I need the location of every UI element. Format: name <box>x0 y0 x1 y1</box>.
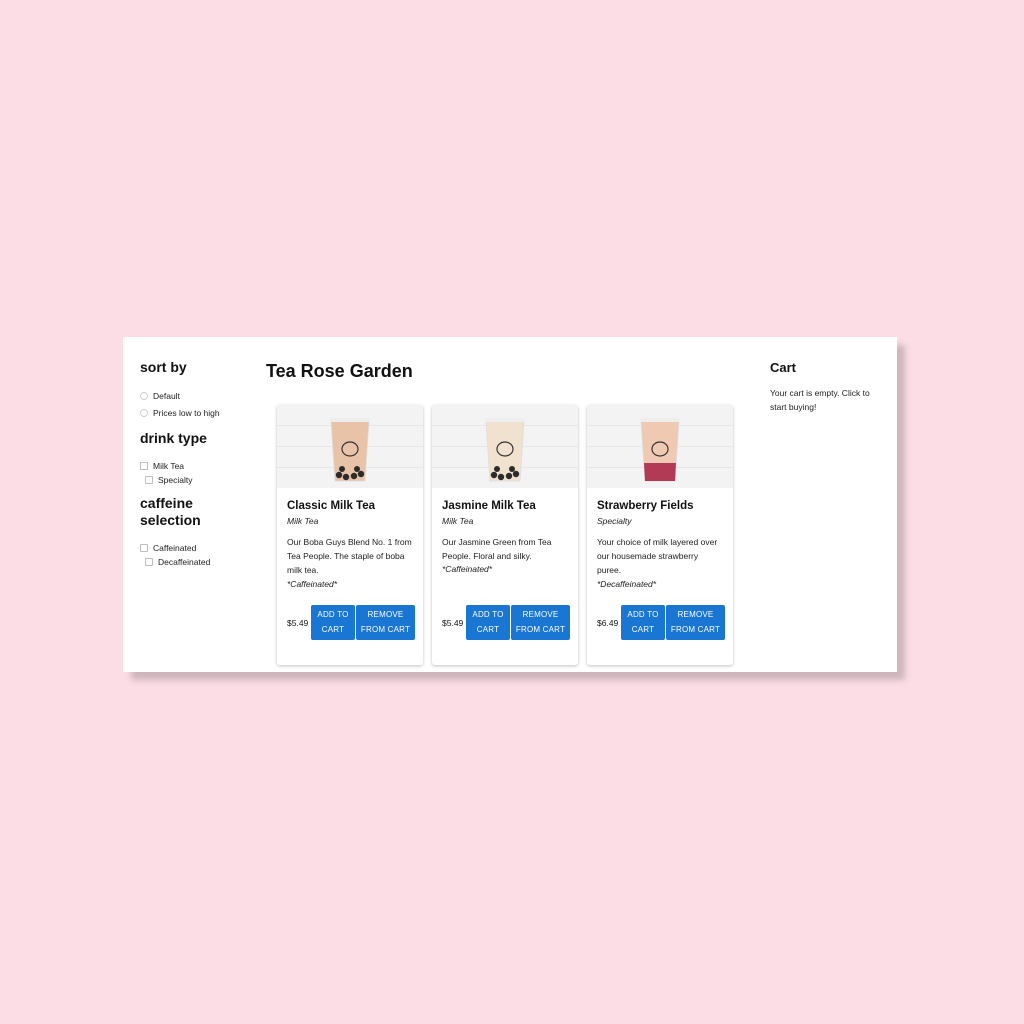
filter-label: Specialty <box>158 474 193 485</box>
sort-option-label: Default <box>153 390 180 401</box>
product-description-text: Our Jasmine Green from Tea People. Flora… <box>442 537 552 562</box>
drink-type-heading: drink type <box>140 430 207 446</box>
product-card: Classic Milk Tea Milk Tea Our Boba Guys … <box>277 405 423 665</box>
product-description: Your choice of milk layered over our hou… <box>597 535 723 590</box>
sort-option-label: Prices low to high <box>153 407 220 418</box>
filter-milk-tea[interactable]: Milk Tea <box>140 459 193 472</box>
add-to-cart-button[interactable]: ADD TO CART <box>466 605 510 640</box>
product-price: $6.49 <box>597 617 619 628</box>
filter-label: Milk Tea <box>153 460 185 471</box>
product-type: Specialty <box>597 516 632 526</box>
sort-heading: sort by <box>140 359 187 375</box>
cart-title: Cart <box>770 360 797 375</box>
add-to-cart-button[interactable]: ADD TO CART <box>621 605 665 640</box>
filter-label: Decaffeinated <box>158 556 211 567</box>
add-to-cart-button[interactable]: ADD TO CART <box>311 605 355 640</box>
product-description-text: Our Boba Guys Blend No. 1 from Tea Peopl… <box>287 537 412 576</box>
product-name: Strawberry Fields <box>597 500 694 512</box>
bubble-tea-cup-icon <box>330 418 370 482</box>
product-image <box>432 405 578 488</box>
product-grid: Classic Milk Tea Milk Tea Our Boba Guys … <box>277 405 733 665</box>
remove-from-cart-button[interactable]: REMOVE FROM CART <box>666 605 725 640</box>
sort-option-default[interactable]: Default <box>140 389 220 402</box>
product-caffeine: *Caffeinated* <box>442 564 493 575</box>
product-description: Our Jasmine Green from Tea People. Flora… <box>442 535 568 578</box>
product-card: Strawberry Fields Specialty Your choice … <box>587 405 733 665</box>
bubble-tea-cup-icon <box>485 418 525 482</box>
product-name: Jasmine Milk Tea <box>442 500 536 512</box>
remove-from-cart-button[interactable]: REMOVE FROM CART <box>511 605 570 640</box>
drink-type-options: Milk Tea Specialty <box>140 455 193 486</box>
app-window: sort by Default Prices low to high drink… <box>123 337 897 672</box>
sort-options: Default Prices low to high <box>140 385 220 419</box>
product-caffeine: *Caffeinated* <box>287 578 338 589</box>
product-actions: $6.49 ADD TO CART REMOVE FROM CART <box>597 605 725 640</box>
product-price: $5.49 <box>287 617 309 628</box>
product-name: Classic Milk Tea <box>287 500 375 512</box>
checkbox-icon[interactable] <box>140 543 148 552</box>
caffeine-heading: caffeine selection <box>140 495 201 528</box>
checkbox-icon[interactable] <box>145 557 153 566</box>
cart-empty-message[interactable]: Your cart is empty. Click to start buyin… <box>770 386 885 414</box>
product-price: $5.49 <box>442 617 464 628</box>
product-type: Milk Tea <box>442 516 474 526</box>
filter-label: Caffeinated <box>153 542 197 553</box>
store-title: Tea Rose Garden <box>266 361 413 381</box>
bubble-tea-cup-icon <box>640 418 680 482</box>
filter-specialty[interactable]: Specialty <box>140 473 193 486</box>
radio-icon[interactable] <box>140 391 148 400</box>
radio-icon[interactable] <box>140 408 148 417</box>
checkbox-icon[interactable] <box>145 475 153 484</box>
product-type: Milk Tea <box>287 516 319 526</box>
cart-panel: Cart Your cart is empty. Click to start … <box>770 359 885 414</box>
filter-decaffeinated[interactable]: Decaffeinated <box>140 555 210 568</box>
sort-option-price[interactable]: Prices low to high <box>140 406 220 419</box>
caffeine-options: Caffeinated Decaffeinated <box>140 537 210 568</box>
product-caffeine: *Decaffeinated* <box>597 578 657 589</box>
product-description-text: Your choice of milk layered over our hou… <box>597 537 718 576</box>
product-actions: $5.49 ADD TO CART REMOVE FROM CART <box>287 605 415 640</box>
product-image <box>587 405 733 488</box>
product-description: Our Boba Guys Blend No. 1 from Tea Peopl… <box>287 535 413 590</box>
product-card: Jasmine Milk Tea Milk Tea Our Jasmine Gr… <box>432 405 578 665</box>
product-image <box>277 405 423 488</box>
checkbox-icon[interactable] <box>140 461 148 470</box>
filter-caffeinated[interactable]: Caffeinated <box>140 541 210 554</box>
product-actions: $5.49 ADD TO CART REMOVE FROM CART <box>442 605 570 640</box>
remove-from-cart-button[interactable]: REMOVE FROM CART <box>356 605 415 640</box>
